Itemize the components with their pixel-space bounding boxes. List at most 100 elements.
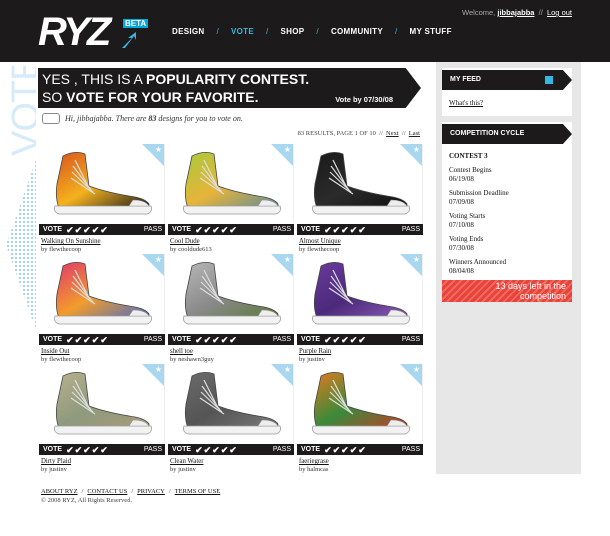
vote-check-3-icon[interactable]: ✔ xyxy=(212,335,220,345)
vote-checks: ✔ ✔ ✔ ✔ ✔ xyxy=(324,225,367,235)
vote-check-5-icon[interactable]: ✔ xyxy=(358,445,366,455)
vote-check-1-icon[interactable]: ✔ xyxy=(195,445,203,455)
main-nav: DESIGN / VOTE / SHOP / COMMUNITY / MY STUFF xyxy=(172,27,452,36)
design-title-link[interactable]: Almost Unique xyxy=(299,238,341,245)
pass-button[interactable]: PASS xyxy=(273,446,291,453)
design-title-link[interactable]: Walking On Sunshine xyxy=(41,238,101,245)
vote-check-3-icon[interactable]: ✔ xyxy=(83,335,91,345)
vote-check-1-icon[interactable]: ✔ xyxy=(324,225,332,235)
design-image[interactable]: ★ xyxy=(168,144,294,223)
design-title-link[interactable]: shell toe xyxy=(170,348,193,355)
vote-check-4-icon[interactable]: ✔ xyxy=(92,225,100,235)
vote-check-1-icon[interactable]: ✔ xyxy=(324,445,332,455)
welcome-prefix: Welcome, xyxy=(462,8,496,17)
vote-check-3-icon[interactable]: ✔ xyxy=(212,445,220,455)
vote-check-5-icon[interactable]: ✔ xyxy=(229,445,237,455)
vote-check-4-icon[interactable]: ✔ xyxy=(221,335,229,345)
vote-check-5-icon[interactable]: ✔ xyxy=(229,225,237,235)
cycle-item: Voting Starts 07/10/08 xyxy=(449,212,485,229)
pass-button[interactable]: PASS xyxy=(144,336,162,343)
design-image[interactable]: ★ xyxy=(168,364,294,443)
pass-button[interactable]: PASS xyxy=(402,226,420,233)
vote-check-1-icon[interactable]: ✔ xyxy=(195,335,203,345)
vote-check-5-icon[interactable]: ✔ xyxy=(100,445,108,455)
vote-check-3-icon[interactable]: ✔ xyxy=(83,445,91,455)
nav-design[interactable]: DESIGN xyxy=(172,27,204,36)
footer-link-contact-us[interactable]: CONTACT US xyxy=(87,488,127,495)
ryz-logo[interactable]: RYZ BETA xyxy=(38,12,149,52)
nav-my-stuff[interactable]: MY STUFF xyxy=(410,27,452,36)
footer-links: ABOUT RYZ / CONTACT US / PRIVACY / TERMS OF US… xyxy=(41,488,220,495)
design-title-link[interactable]: Clean Water xyxy=(170,458,204,465)
vote-check-1-icon[interactable]: ✔ xyxy=(66,335,74,345)
vote-check-5-icon[interactable]: ✔ xyxy=(358,335,366,345)
vote-check-1-icon[interactable]: ✔ xyxy=(66,225,74,235)
footer-link-terms-of-use[interactable]: TERMS OF USE xyxy=(175,488,221,495)
cycle-item: Voting Ends 07/30/08 xyxy=(449,235,483,252)
banner-line-1-prefix: YES , THIS IS A xyxy=(42,71,147,87)
vote-check-2-icon[interactable]: ✔ xyxy=(204,225,212,235)
design-title-link[interactable]: Inside Out xyxy=(41,348,70,355)
pass-button[interactable]: PASS xyxy=(144,446,162,453)
vote-check-1-icon[interactable]: ✔ xyxy=(66,445,74,455)
design-image[interactable]: ★ xyxy=(297,144,423,223)
design-title-link[interactable]: Cool Dude xyxy=(170,238,200,245)
vote-check-3-icon[interactable]: ✔ xyxy=(341,335,349,345)
username-link[interactable]: jibbajabba xyxy=(497,8,534,17)
vote-check-5-icon[interactable]: ✔ xyxy=(100,225,108,235)
banner-line-2-bold: VOTE FOR YOUR FAVORITE. xyxy=(66,89,259,105)
vote-check-1-icon[interactable]: ✔ xyxy=(195,225,203,235)
vote-check-1-icon[interactable]: ✔ xyxy=(324,335,332,345)
vote-check-3-icon[interactable]: ✔ xyxy=(341,445,349,455)
design-image[interactable]: ★ xyxy=(297,364,423,443)
vote-check-2-icon[interactable]: ✔ xyxy=(75,225,83,235)
vote-check-4-icon[interactable]: ✔ xyxy=(350,225,358,235)
nav-community[interactable]: COMMUNITY xyxy=(331,27,383,36)
design-image[interactable]: ★ xyxy=(39,144,165,223)
pass-button[interactable]: PASS xyxy=(273,226,291,233)
footer-link-privacy[interactable]: PRIVACY xyxy=(137,488,165,495)
cycle-label: Voting Starts xyxy=(449,212,486,220)
vote-check-4-icon[interactable]: ✔ xyxy=(221,445,229,455)
vote-check-2-icon[interactable]: ✔ xyxy=(75,335,83,345)
design-title-link[interactable]: Dirty Plaid xyxy=(41,458,71,465)
vote-check-2-icon[interactable]: ✔ xyxy=(204,335,212,345)
pass-button[interactable]: PASS xyxy=(402,336,420,343)
design-image[interactable]: ★ xyxy=(168,254,294,333)
nav-vote[interactable]: VOTE xyxy=(231,27,254,36)
pass-button[interactable]: PASS xyxy=(402,446,420,453)
design-image[interactable]: ★ xyxy=(39,364,165,443)
vote-check-5-icon[interactable]: ✔ xyxy=(229,335,237,345)
footer-link-about-ryz[interactable]: ABOUT RYZ xyxy=(41,488,78,495)
vote-check-5-icon[interactable]: ✔ xyxy=(358,225,366,235)
vote-check-4-icon[interactable]: ✔ xyxy=(221,225,229,235)
nav-shop[interactable]: SHOP xyxy=(281,27,305,36)
vote-check-4-icon[interactable]: ✔ xyxy=(92,445,100,455)
rss-icon[interactable] xyxy=(545,76,553,84)
vote-check-4-icon[interactable]: ✔ xyxy=(92,335,100,345)
design-title-link[interactable]: faeriegrase xyxy=(299,458,329,465)
last-page-link[interactable]: Last xyxy=(409,130,420,137)
vote-check-2-icon[interactable]: ✔ xyxy=(333,335,341,345)
pass-button[interactable]: PASS xyxy=(273,336,291,343)
design-image[interactable]: ★ xyxy=(39,254,165,333)
vote-check-2-icon[interactable]: ✔ xyxy=(333,225,341,235)
whats-this-link[interactable]: What's this? xyxy=(449,99,483,107)
sneaker-image xyxy=(54,372,152,435)
vote-check-2-icon[interactable]: ✔ xyxy=(204,445,212,455)
vote-check-2-icon[interactable]: ✔ xyxy=(75,445,83,455)
vote-label: VOTE xyxy=(43,226,63,233)
vote-check-3-icon[interactable]: ✔ xyxy=(341,225,349,235)
vote-check-5-icon[interactable]: ✔ xyxy=(100,335,108,345)
pass-button[interactable]: PASS xyxy=(144,226,162,233)
next-page-link[interactable]: Next xyxy=(386,130,399,137)
vote-check-3-icon[interactable]: ✔ xyxy=(83,225,91,235)
vote-check-4-icon[interactable]: ✔ xyxy=(350,445,358,455)
vote-check-2-icon[interactable]: ✔ xyxy=(333,445,341,455)
vote-bar: VOTE ✔ ✔ ✔ ✔ ✔ PASS xyxy=(39,334,165,345)
vote-check-3-icon[interactable]: ✔ xyxy=(212,225,220,235)
design-title-link[interactable]: Purple Rain xyxy=(299,348,331,355)
vote-check-4-icon[interactable]: ✔ xyxy=(350,335,358,345)
design-image[interactable]: ★ xyxy=(297,254,423,333)
logout-link[interactable]: Log out xyxy=(547,8,572,17)
